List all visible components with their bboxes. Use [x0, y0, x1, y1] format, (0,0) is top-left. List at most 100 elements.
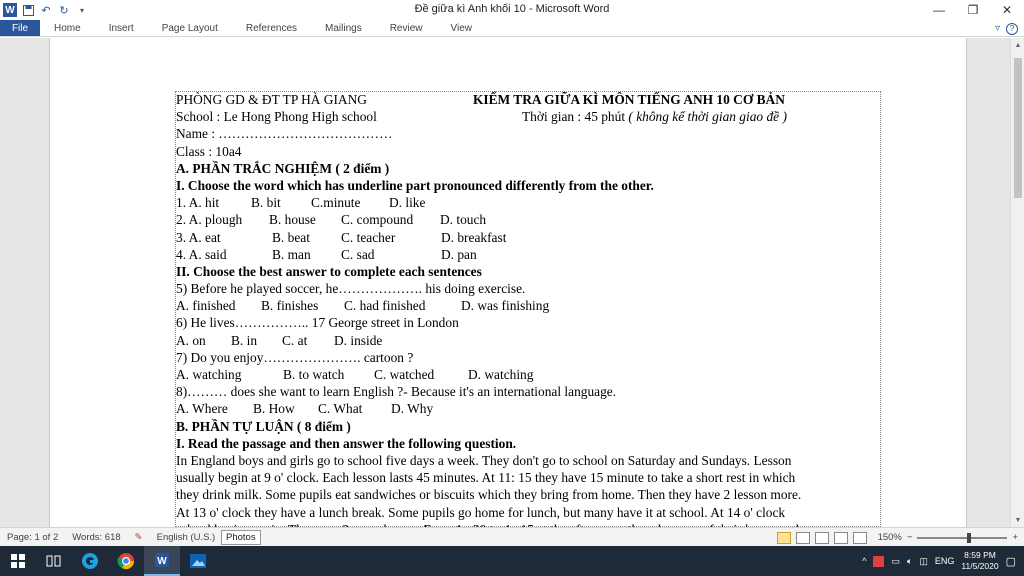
zoom-slider-thumb[interactable] [967, 532, 972, 543]
web-layout-view-button[interactable] [814, 531, 829, 544]
tab-view[interactable]: View [437, 20, 487, 36]
time-line: Thời gian : 45 phút [522, 109, 626, 125]
section-a-heading: A. PHẦN TRẮC NGHIỆM ( 2 điểm ) [176, 160, 390, 176]
tab-review[interactable]: Review [376, 20, 437, 36]
question-2: 2. A. plough B. house C. compound D. tou… [176, 211, 882, 228]
reading-passage: In England boys and girls go to school f… [176, 452, 882, 529]
passage-line: usually begin at 9 o' clock. Each lesson… [176, 470, 796, 486]
close-button[interactable]: ✕ [990, 0, 1024, 20]
scroll-up-icon[interactable]: ▲ [1011, 38, 1024, 52]
question-1: 1. A. hit B. bit C.minute D. like [176, 194, 882, 211]
language-indicator[interactable]: English (U.S.) [150, 532, 223, 543]
title-bar: W ↶ ↻ ▾ Đề giữa kì Anh khối 10 - Microso… [0, 0, 1024, 20]
q3-b: B. beat [272, 229, 310, 245]
word-taskbar-icon[interactable]: W [144, 546, 180, 576]
expand-ribbon-icon[interactable]: ▿ [995, 23, 1000, 34]
quick-access-toolbar: W ↶ ↻ ▾ [0, 0, 89, 20]
q4-b: B. man [272, 246, 311, 262]
q1-b: B. bit [251, 195, 281, 211]
clock[interactable]: 8:59 PM 11/5/2020 [961, 550, 998, 572]
q4-c: C. sad [341, 246, 375, 262]
windows-taskbar: W ^ ▭ 🔈︎ ◫ ENG 8:59 PM 11/5/2020 ▢ [0, 546, 1024, 576]
chrome-browser-icon[interactable] [108, 546, 144, 576]
ribbon-tabs: File Home Insert Page Layout References … [0, 20, 1024, 37]
task-view-icon[interactable] [36, 546, 72, 576]
full-screen-view-button[interactable] [795, 531, 810, 544]
tab-page-layout[interactable]: Page Layout [148, 20, 232, 36]
q5-c: C. had finished [344, 298, 426, 314]
tray-overflow-icon[interactable]: ^ [862, 556, 866, 566]
tab-references[interactable]: References [232, 20, 311, 36]
q6-c: C. at [282, 332, 308, 348]
q6-a: A. on [176, 332, 206, 348]
q7-b: B. to watch [283, 367, 345, 382]
part-b-i-heading: I. Read the passage and then answer the … [176, 435, 517, 451]
passage-line: At 13 o' clock they have a lunch break. … [176, 504, 786, 520]
photos-app-icon[interactable] [180, 546, 216, 576]
photos-tooltip: Photos [221, 530, 261, 545]
print-layout-view-button[interactable] [776, 531, 791, 544]
outline-view-button[interactable] [833, 531, 848, 544]
zoom-in-button[interactable]: + [1012, 532, 1018, 543]
zoom-level[interactable]: 150% [878, 532, 902, 543]
zoom-out-button[interactable]: − [907, 532, 913, 543]
question-6-options: A. on B. in C. at D. inside [176, 332, 882, 349]
question-7: 7) Do you enjoy…………………. cartoon ? [176, 349, 414, 365]
q8-c: C. What [318, 401, 363, 417]
header-left: PHÒNG GD & ĐT TP HÀ GIANG [176, 92, 367, 107]
q1-d: D. like [389, 195, 426, 211]
minimize-button[interactable]: — [922, 0, 956, 20]
question-6: 6) He lives…………….. 17 George street in L… [176, 315, 459, 331]
q4-d: D. pan [441, 246, 477, 262]
zoom-slider[interactable] [917, 532, 1008, 543]
system-tray: ^ ▭ 🔈︎ ◫ ENG 8:59 PM 11/5/2020 ▢ [862, 546, 1024, 576]
page-count[interactable]: Page: 1 of 2 [0, 532, 65, 543]
question-5: 5) Before he played soccer, he………………. hi… [176, 281, 526, 297]
help-icon[interactable]: ? [1006, 22, 1018, 35]
tab-insert[interactable]: Insert [95, 20, 148, 36]
q2-a: 2. A. plough [176, 212, 243, 228]
q7-d: D. watching [468, 367, 534, 382]
save-icon[interactable] [21, 3, 35, 17]
notifications-icon[interactable]: ▢ [1006, 555, 1016, 568]
passage-line: In England boys and girls go to school f… [176, 452, 792, 468]
question-7-options: A. watching B. to watch C. watched D. wa… [176, 366, 882, 383]
passage-line: they drink milk. Some pupils eat sandwic… [176, 487, 802, 503]
q7-c: C. watched [374, 367, 435, 382]
volume-icon[interactable]: 🔈︎ [907, 556, 912, 567]
tab-file[interactable]: File [0, 20, 40, 36]
draft-view-button[interactable] [852, 531, 867, 544]
question-8-options: A. Where B. How C. What D. Why [176, 400, 882, 417]
word-count[interactable]: Words: 618 [65, 532, 127, 543]
tab-mailings[interactable]: Mailings [311, 20, 376, 36]
tab-home[interactable]: Home [40, 20, 95, 36]
proofing-icon[interactable]: ✎ [128, 532, 150, 543]
language-tray[interactable]: ENG [935, 556, 955, 566]
clock-date: 11/5/2020 [961, 561, 999, 571]
q2-d: D. touch [440, 212, 487, 228]
clock-time: 8:59 PM [964, 550, 996, 560]
edge-browser-icon[interactable] [72, 546, 108, 576]
customize-qat-icon[interactable]: ▾ [75, 3, 89, 17]
q5-b: B. finishes [261, 298, 319, 314]
redo-icon[interactable]: ↻ [57, 3, 71, 17]
scroll-thumb[interactable] [1014, 58, 1022, 198]
q1-c: C.minute [311, 195, 361, 211]
scroll-down-icon[interactable]: ▼ [1011, 513, 1024, 527]
network-icon[interactable]: ◫ [919, 556, 928, 567]
q3-a: 3. A. eat [176, 229, 221, 245]
battery-icon[interactable]: ▭ [891, 556, 900, 567]
restore-button[interactable]: ❐ [956, 0, 990, 20]
q7-a: A. watching [176, 367, 242, 382]
vertical-scrollbar[interactable]: ▲ ▼ [1010, 38, 1024, 527]
app-tray-icon[interactable] [873, 555, 885, 567]
time-note: ( không kể thời gian giao đề ) [628, 109, 787, 125]
name-line: Name : ………………………………… [176, 126, 393, 142]
start-windows-icon[interactable] [0, 546, 36, 576]
undo-icon[interactable]: ↶ [39, 3, 53, 17]
class-line: Class : 10a4 [176, 143, 242, 159]
q3-c: C. teacher [341, 229, 396, 245]
document-body[interactable]: PHÒNG GD & ĐT TP HÀ GIANG KIỂM TRA GIỮA … [176, 91, 882, 529]
doc-line: PHÒNG GD & ĐT TP HÀ GIANG KIỂM TRA GIỮA … [176, 91, 882, 108]
word-logo-icon[interactable]: W [3, 3, 17, 17]
